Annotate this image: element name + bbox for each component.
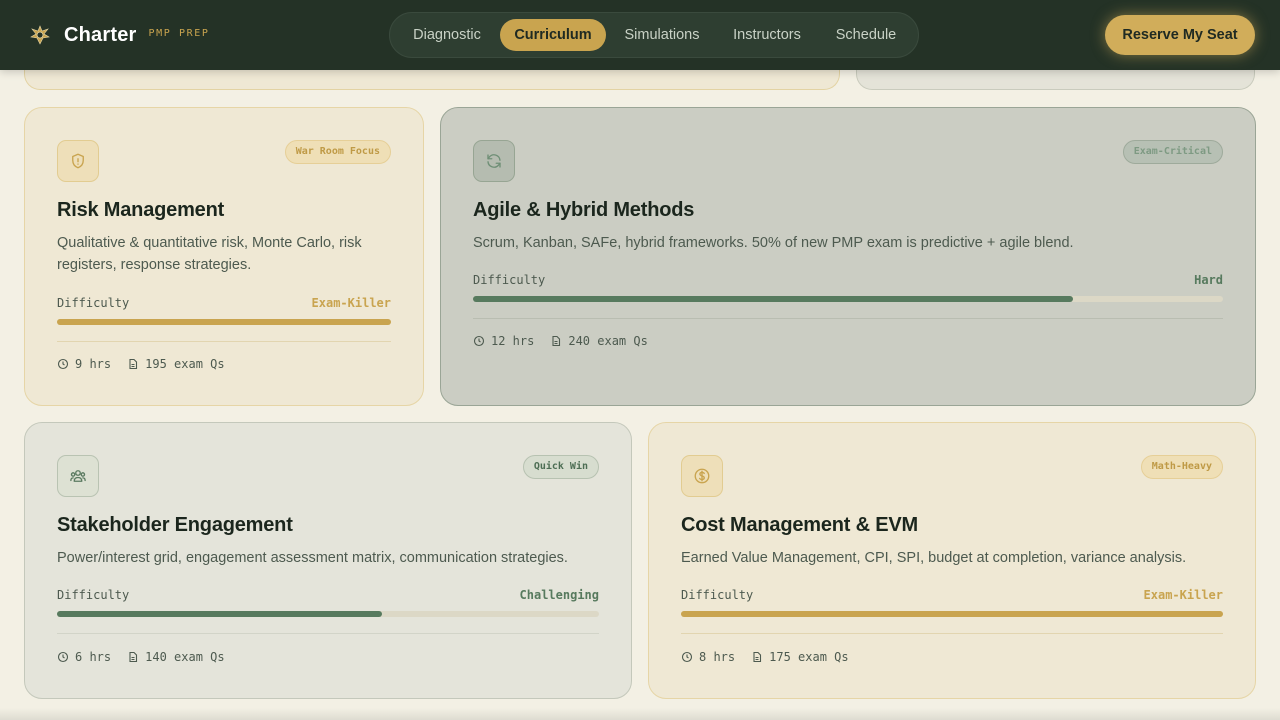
difficulty-bar: [57, 319, 391, 325]
difficulty-row: Difficulty Challenging: [57, 588, 599, 604]
card-description: Earned Value Management, CPI, SPI, budge…: [681, 550, 1187, 566]
clock-icon: [473, 335, 485, 347]
dollar-coin-icon: [681, 455, 723, 497]
questions-meta: 175 exam Qs: [751, 650, 849, 664]
card-divider: [473, 318, 1223, 319]
hours-meta: 9 hrs: [57, 357, 111, 371]
hours-meta: 12 hrs: [473, 334, 534, 348]
difficulty-bar-fill: [57, 611, 383, 617]
card-divider: [57, 341, 391, 342]
card-description: Scrum, Kanban, SAFe, hybrid frameworks. …: [473, 235, 1074, 251]
difficulty-bar-fill: [57, 319, 391, 325]
nav-item-curriculum[interactable]: Curriculum: [500, 19, 606, 51]
card-divider: [681, 633, 1223, 634]
main-nav: Diagnostic Curriculum Simulations Instru…: [389, 12, 919, 58]
difficulty-bar-fill: [681, 611, 1223, 617]
people-icon: [57, 455, 99, 497]
document-icon: [753, 651, 762, 663]
difficulty-label: Difficulty: [57, 296, 130, 310]
clock-icon: [57, 651, 69, 663]
difficulty-value: Hard: [1194, 273, 1223, 287]
refresh-icon: [473, 140, 515, 182]
difficulty-value: Exam-Killer: [1143, 588, 1223, 602]
hours-value: 12 hrs: [491, 334, 535, 348]
questions-meta: 240 exam Qs: [550, 334, 648, 348]
difficulty-row: Difficulty Exam-Killer: [57, 296, 391, 312]
brand[interactable]: Charter PMP PREP: [28, 20, 210, 50]
questions-value: 195 exam Qs: [145, 357, 225, 371]
card-badge: War Room Focus: [284, 140, 391, 164]
difficulty-row: Difficulty Exam-Killer: [681, 588, 1223, 604]
brand-name: Charter: [64, 23, 137, 46]
clock-icon: [57, 358, 69, 370]
reserve-seat-button[interactable]: Reserve My Seat: [1105, 15, 1255, 55]
difficulty-label: Difficulty: [473, 273, 546, 287]
card-title: Stakeholder Engagement: [57, 514, 293, 536]
questions-meta: 140 exam Qs: [127, 650, 225, 664]
card-title: Risk Management: [57, 199, 225, 221]
card-description: Power/interest grid, engagement assessme…: [57, 550, 568, 566]
difficulty-value: Exam-Killer: [311, 296, 391, 310]
document-icon: [129, 651, 138, 663]
questions-value: 240 exam Qs: [568, 334, 648, 348]
card-badge: Exam-Critical: [1122, 140, 1223, 164]
charter-logo-icon: [28, 23, 52, 47]
difficulty-label: Difficulty: [57, 588, 130, 602]
card-meta: 8 hrs 175 exam Qs: [681, 650, 865, 664]
card-meta: 9 hrs 195 exam Qs: [57, 357, 241, 371]
course-card-agile-hybrid[interactable]: Exam-Critical Agile & Hybrid Methods Scr…: [440, 107, 1256, 406]
questions-value: 140 exam Qs: [145, 650, 225, 664]
difficulty-bar: [473, 296, 1223, 302]
difficulty-bar-fill: [473, 296, 1073, 302]
course-card-stakeholder-engagement[interactable]: Quick Win Stakeholder Engagement Power/i…: [24, 422, 632, 699]
document-icon: [129, 358, 138, 370]
card-description: Qualitative & quantitative risk, Monte C…: [57, 235, 362, 273]
card-title: Cost Management & EVM: [681, 514, 918, 536]
hours-value: 9 hrs: [75, 357, 112, 371]
document-icon: [552, 335, 561, 347]
card-title: Agile & Hybrid Methods: [473, 199, 695, 221]
hours-value: 6 hrs: [75, 650, 112, 664]
card-divider: [57, 633, 599, 634]
nav-item-diagnostic[interactable]: Diagnostic: [404, 19, 490, 51]
shield-alert-icon: [57, 140, 99, 182]
nav-item-instructors[interactable]: Instructors: [724, 19, 810, 51]
top-navigation-bar: Charter PMP PREP Diagnostic Curriculum S…: [0, 0, 1280, 70]
difficulty-value: Challenging: [519, 588, 599, 602]
difficulty-bar: [681, 611, 1223, 617]
card-badge: Math-Heavy: [1140, 455, 1223, 479]
difficulty-row: Difficulty Hard: [473, 273, 1223, 289]
hours-value: 8 hrs: [699, 650, 736, 664]
questions-value: 175 exam Qs: [769, 650, 849, 664]
clock-icon: [681, 651, 693, 663]
questions-meta: 195 exam Qs: [127, 357, 225, 371]
difficulty-bar: [57, 611, 599, 617]
nav-item-simulations[interactable]: Simulations: [616, 19, 708, 51]
card-badge: Quick Win: [522, 455, 599, 479]
card-meta: 6 hrs 140 exam Qs: [57, 650, 241, 664]
course-card-cost-management[interactable]: Math-Heavy Cost Management & EVM Earned …: [648, 422, 1256, 699]
course-card-risk-management[interactable]: War Room Focus Risk Management Qualitati…: [24, 107, 424, 406]
nav-item-schedule[interactable]: Schedule: [826, 19, 906, 51]
brand-tagline: PMP PREP: [148, 27, 210, 39]
difficulty-label: Difficulty: [681, 588, 754, 602]
bottom-fade: [0, 708, 1280, 720]
hours-meta: 6 hrs: [57, 650, 111, 664]
card-meta: 12 hrs 240 exam Qs: [473, 334, 664, 348]
hours-meta: 8 hrs: [681, 650, 735, 664]
